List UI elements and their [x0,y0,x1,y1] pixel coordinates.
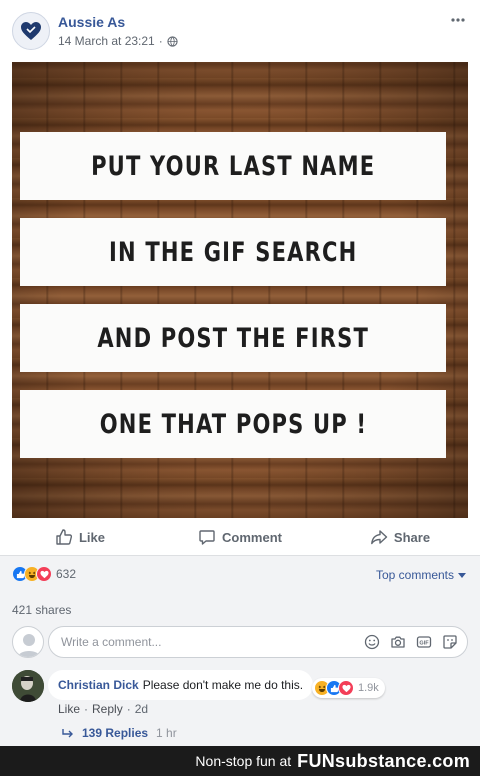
share-icon [371,530,388,545]
action-bar: Like Comment Share [0,518,480,556]
image-text-line-3: AND POST THE FIRST [97,322,369,354]
thumbs-up-icon [56,529,73,545]
image-banner-1: PUT YOUR LAST NAME [20,132,446,200]
post-image[interactable]: PUT YOUR LAST NAME IN THE GIF SEARCH AND… [12,62,468,518]
image-text-line-1: PUT YOUR LAST NAME [90,150,376,182]
like-label: Like [78,529,105,545]
caret-down-icon [458,572,466,578]
comment-text: Please don't make me do this. [142,678,304,692]
page-avatar[interactable] [12,12,50,50]
sticker-icon[interactable] [441,633,459,651]
replies-age: 1 hr [156,726,177,740]
love-reaction-icon [338,680,354,696]
post-header: Aussie As 14 March at 23:21 · [12,10,468,54]
post-meta: 14 March at 23:21 · [58,34,178,48]
comments-area: 632 Top comments 421 shares GIF [0,556,480,746]
composer-icons: GIF [363,633,459,651]
comment-reactions[interactable]: 1.9k [312,678,385,698]
emoji-icon[interactable] [363,633,381,651]
like-button[interactable]: Like [0,528,160,546]
post-card: Aussie As 14 March at 23:21 · PUT YOUR L… [0,0,480,556]
comment-reaction-count: 1.9k [358,682,379,694]
comment-actions-dot-1: · [84,702,89,716]
comment-input[interactable] [61,635,311,649]
image-banner-3: AND POST THE FIRST [20,304,446,372]
post-timestamp[interactable]: 14 March at 23:21 [58,34,155,48]
image-text-line-2: IN THE GIF SEARCH [108,236,358,268]
reactions-summary[interactable]: 632 [12,566,76,582]
site-footer: Non-stop fun at FUNsubstance.com [0,746,480,776]
comment-age[interactable]: 2d [135,702,148,716]
commenter-name[interactable]: Christian Dick [58,678,139,692]
comment-icon [199,530,215,545]
comment-actions: Like · Reply · 2d [58,702,148,716]
heart-icon [21,22,41,40]
replies-count: 139 Replies [82,726,149,740]
comment-button[interactable]: Comment [160,528,320,546]
more-options-icon[interactable] [448,10,468,30]
comment-box: GIF [48,626,468,658]
love-reaction-icon [36,566,52,582]
comment-composer: GIF [12,626,468,658]
page-name[interactable]: Aussie As [58,14,125,30]
footer-tagline: Non-stop fun at [195,753,292,769]
top-comments-dropdown[interactable]: Top comments [376,568,466,582]
meta-separator: · [158,34,163,48]
footer-logo[interactable]: FUNsubstance.com [297,751,470,772]
globe-icon [167,35,178,47]
image-banner-2: IN THE GIF SEARCH [20,218,446,286]
camera-icon[interactable] [389,633,407,651]
comment-like-link[interactable]: Like [58,702,80,716]
share-label: Share [393,529,431,545]
comment-reply-link[interactable]: Reply [92,702,123,716]
comment-bubble: Christian Dick Please don't make me do t… [48,670,314,700]
gif-icon[interactable]: GIF [415,633,433,651]
image-banner-4: ONE THAT POPS UP ! [20,390,446,458]
reaction-count: 632 [56,567,77,581]
comment-label: Comment [222,529,282,545]
commenter-avatar[interactable] [12,670,44,702]
view-replies[interactable]: 139 Replies 1 hr [62,726,177,740]
svg-text:GIF: GIF [419,641,429,647]
reply-arrow-icon [62,729,73,738]
comment-actions-dot-2: · [126,702,131,716]
shares-count[interactable]: 421 shares [12,603,71,617]
share-button[interactable]: Share [320,528,480,546]
top-comments-label: Top comments [375,568,454,582]
image-text-line-4: ONE THAT POPS UP ! [99,408,367,440]
user-avatar [12,626,44,658]
